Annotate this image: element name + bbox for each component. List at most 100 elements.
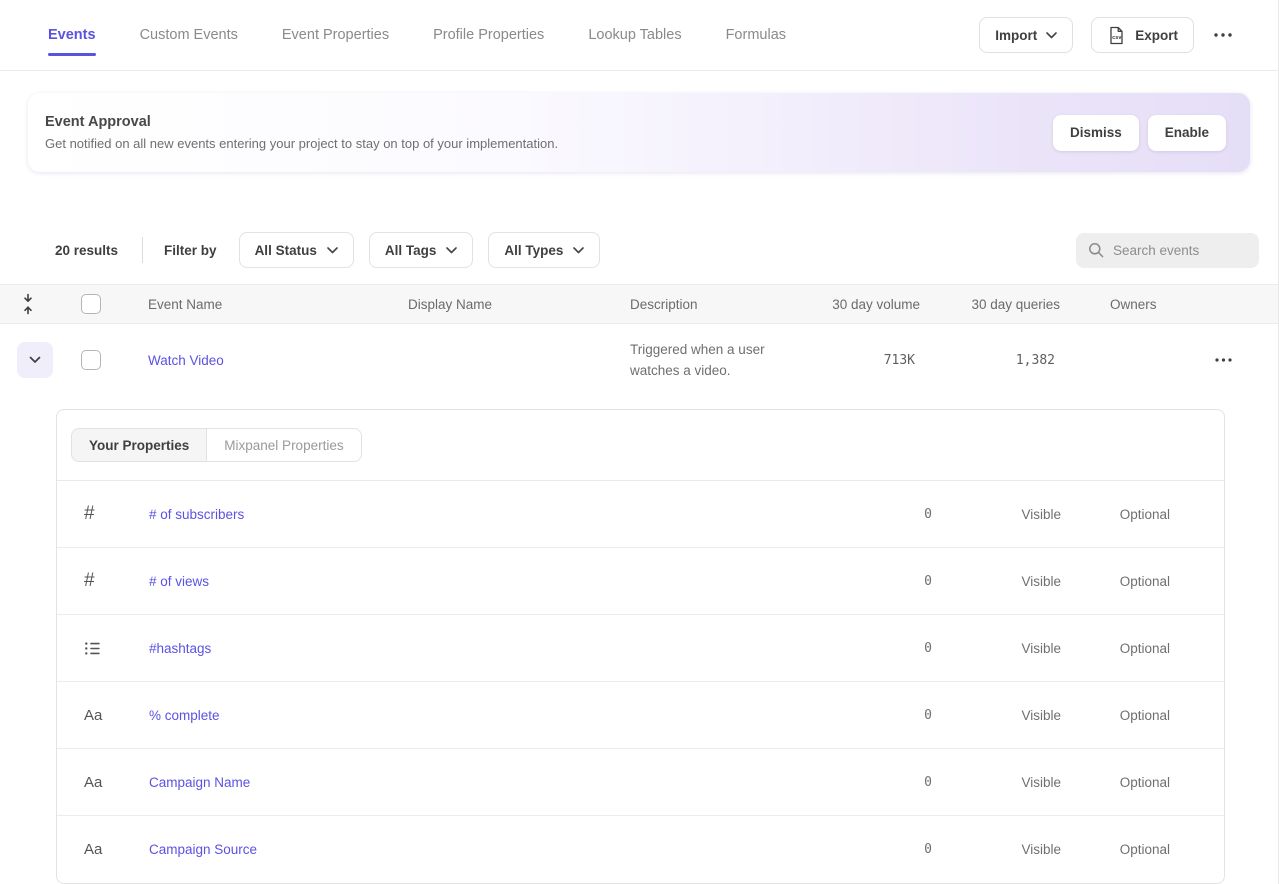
enable-button[interactable]: Enable	[1148, 115, 1226, 151]
property-visibility: Visible	[932, 641, 1061, 656]
more-menu-button[interactable]	[1212, 29, 1234, 41]
filter-by-label: Filter by	[164, 243, 217, 258]
chevron-down-icon	[1046, 32, 1057, 39]
import-label: Import	[995, 28, 1037, 43]
status-filter-dropdown[interactable]: All Status	[239, 232, 354, 268]
export-button[interactable]: csv Export	[1091, 17, 1194, 53]
hash-icon: #	[57, 570, 149, 592]
collapse-all-button[interactable]	[0, 293, 56, 315]
status-filter-label: All Status	[255, 243, 317, 258]
col-description: Description	[630, 297, 820, 312]
row-more-button[interactable]	[1213, 354, 1234, 366]
nav-actions: Import csv Export	[979, 17, 1234, 53]
hash-icon: #	[57, 503, 149, 525]
chevron-down-icon	[327, 247, 338, 254]
property-count: 0	[832, 507, 932, 522]
lexicon-events-page: Events Custom Events Event Properties Pr…	[0, 0, 1279, 884]
property-name-link[interactable]: Campaign Name	[149, 775, 832, 790]
list-icon	[57, 640, 149, 657]
property-requirement: Optional	[1061, 775, 1170, 790]
top-nav: Events Custom Events Event Properties Pr…	[0, 0, 1278, 71]
tab-your-properties[interactable]: Your Properties	[71, 428, 207, 462]
export-label: Export	[1135, 28, 1178, 43]
chevron-down-icon	[29, 356, 41, 364]
property-visibility: Visible	[932, 507, 1061, 522]
results-count: 20 results	[55, 243, 118, 258]
nav-tabs: Events Custom Events Event Properties Pr…	[48, 27, 786, 43]
search-input[interactable]	[1113, 243, 1247, 258]
property-requirement: Optional	[1061, 708, 1170, 723]
tags-filter-dropdown[interactable]: All Tags	[369, 232, 474, 268]
svg-text:csv: csv	[1112, 35, 1122, 41]
select-all-checkbox-cell	[56, 294, 148, 314]
tab-profile-properties[interactable]: Profile Properties	[433, 27, 544, 43]
col-display-name: Display Name	[408, 297, 630, 312]
types-filter-dropdown[interactable]: All Types	[488, 232, 600, 268]
banner-title: Event Approval	[45, 114, 558, 130]
text-icon: Aa	[57, 841, 149, 858]
ellipsis-icon	[1214, 33, 1232, 37]
property-requirement: Optional	[1061, 574, 1170, 589]
property-name-link[interactable]: % complete	[149, 708, 832, 723]
property-visibility: Visible	[932, 574, 1061, 589]
text-icon: Aa	[57, 707, 149, 724]
chevron-down-icon	[573, 247, 584, 254]
collapse-row-button[interactable]	[17, 342, 53, 378]
property-visibility: Visible	[932, 775, 1061, 790]
row-checkbox-cell	[56, 350, 148, 370]
property-row: Aa Campaign Name 0 Visible Optional	[57, 749, 1224, 816]
banner-text: Event Approval Get notified on all new e…	[45, 114, 558, 151]
divider	[142, 237, 143, 263]
import-button[interactable]: Import	[979, 17, 1073, 53]
tab-event-properties[interactable]: Event Properties	[282, 27, 389, 43]
property-row: #hashtags 0 Visible Optional	[57, 615, 1224, 682]
csv-file-icon: csv	[1107, 26, 1126, 45]
text-icon: Aa	[57, 774, 149, 791]
expander-cell	[0, 342, 56, 378]
tab-mixpanel-properties[interactable]: Mixpanel Properties	[207, 428, 361, 462]
property-count: 0	[832, 775, 932, 790]
queries-cell: 1,382	[920, 353, 1060, 368]
banner-description: Get notified on all new events entering …	[45, 136, 558, 151]
volume-cell: 713K	[820, 353, 920, 368]
col-30-day-volume: 30 day volume	[820, 297, 920, 312]
property-count: 0	[832, 842, 932, 857]
property-visibility: Visible	[932, 708, 1061, 723]
event-name-link[interactable]: Watch Video	[148, 353, 224, 368]
row-checkbox[interactable]	[81, 350, 101, 370]
property-requirement: Optional	[1061, 842, 1170, 857]
tab-lookup-tables[interactable]: Lookup Tables	[588, 27, 681, 43]
tags-filter-label: All Tags	[385, 243, 437, 258]
properties-tabs: Your Properties Mixpanel Properties	[57, 410, 1224, 481]
ellipsis-icon	[1215, 358, 1232, 362]
banner-actions: Dismiss Enable	[1053, 115, 1226, 151]
property-name-link[interactable]: #hashtags	[149, 641, 832, 656]
col-30-day-queries: 30 day queries	[920, 297, 1060, 312]
events-table-header: Event Name Display Name Description 30 d…	[0, 284, 1278, 324]
property-row: Aa % complete 0 Visible Optional	[57, 682, 1224, 749]
tab-events[interactable]: Events	[48, 27, 96, 43]
tab-custom-events[interactable]: Custom Events	[140, 27, 238, 43]
types-filter-label: All Types	[504, 243, 563, 258]
property-count: 0	[832, 574, 932, 589]
properties-panel: Your Properties Mixpanel Properties # # …	[56, 409, 1225, 884]
col-owners: Owners	[1060, 297, 1180, 312]
property-requirement: Optional	[1061, 641, 1170, 656]
property-count: 0	[832, 708, 932, 723]
search-box[interactable]	[1076, 233, 1259, 268]
property-name-link[interactable]: Campaign Source	[149, 842, 832, 857]
property-name-link[interactable]: # of views	[149, 574, 832, 589]
property-count: 0	[832, 641, 932, 656]
tab-formulas[interactable]: Formulas	[726, 27, 786, 43]
dismiss-button[interactable]: Dismiss	[1053, 115, 1139, 151]
event-row-watch-video: Watch Video Triggered when a user watche…	[0, 324, 1278, 396]
property-row: # # of views 0 Visible Optional	[57, 548, 1224, 615]
select-all-checkbox[interactable]	[81, 294, 101, 314]
property-row: Aa Campaign Source 0 Visible Optional	[57, 816, 1224, 883]
property-row: # # of subscribers 0 Visible Optional	[57, 481, 1224, 548]
property-name-link[interactable]: # of subscribers	[149, 507, 832, 522]
event-approval-banner: Event Approval Get notified on all new e…	[28, 93, 1250, 172]
description-cell: Triggered when a user watches a video.	[630, 339, 820, 381]
chevron-down-icon	[446, 247, 457, 254]
filter-bar: 20 results Filter by All Status All Tags…	[0, 232, 1278, 268]
